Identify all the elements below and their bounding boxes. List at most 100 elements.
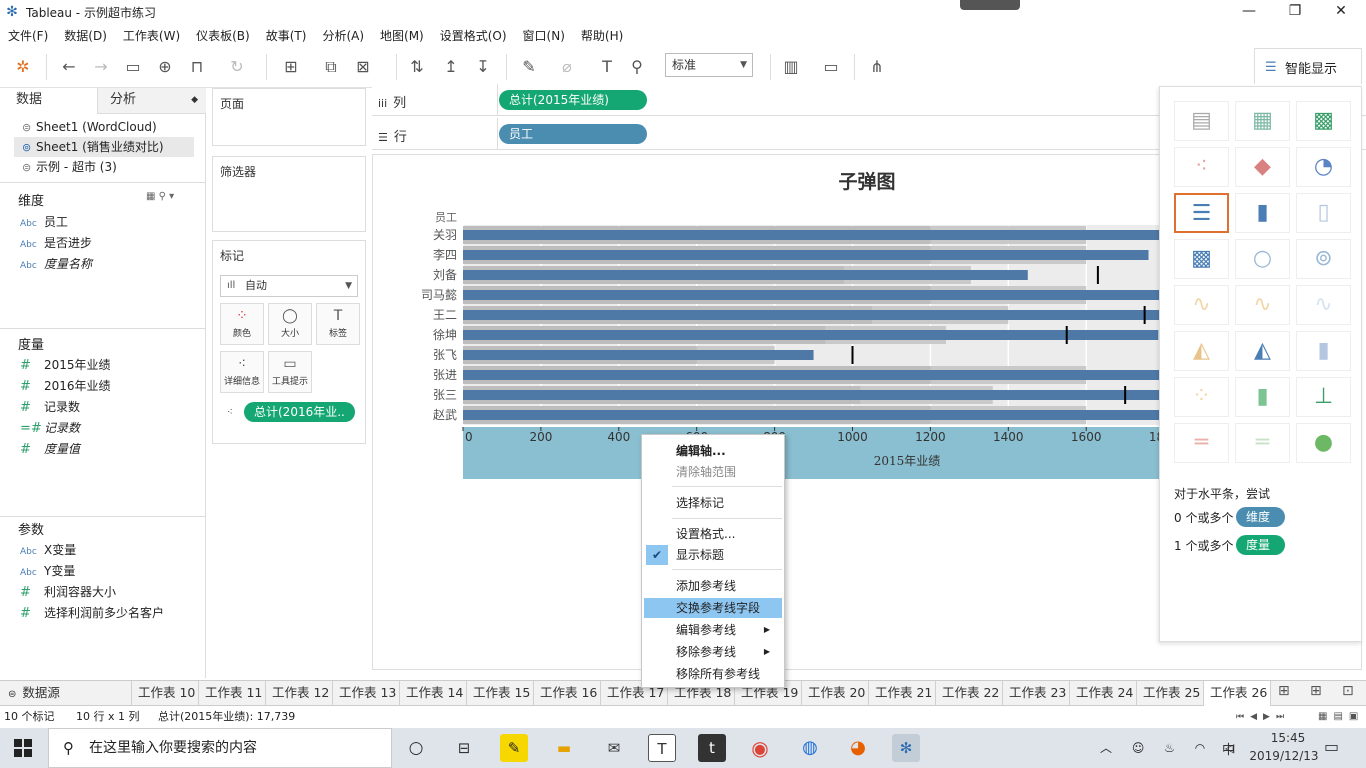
close-button[interactable]: ✕ xyxy=(1318,0,1364,24)
sheet-tab[interactable]: 工作表 12 xyxy=(266,681,333,706)
chart-type-box-and-whisker[interactable]: ⊥ xyxy=(1296,377,1351,417)
windows-start-icon[interactable] xyxy=(14,739,32,757)
color-button[interactable]: ⁘ 颜色 xyxy=(220,303,264,345)
chart-type-symbol-map[interactable]: ⁖ xyxy=(1174,147,1229,187)
pin-icon[interactable]: ⚲ xyxy=(626,56,648,78)
bar[interactable] xyxy=(463,370,1165,380)
mail-icon[interactable]: ✉ xyxy=(600,734,628,762)
smart-show-button[interactable]: ☰ 智能显示 xyxy=(1254,48,1362,86)
chart-type-gantt[interactable]: ═ xyxy=(1174,423,1229,463)
tray-icons[interactable]: ︿ ☺ ♨ ◠ ◁ xyxy=(1100,739,1242,756)
dimension-field[interactable]: Abc 员工 xyxy=(20,212,68,232)
bar[interactable] xyxy=(463,410,1165,420)
pause-updates-icon[interactable]: ⊓ xyxy=(186,56,208,78)
clock-date[interactable]: 2019/12/13 xyxy=(1244,749,1324,763)
bar[interactable] xyxy=(463,230,1165,240)
datasource-item[interactable]: ⊚ Sheet1 (销售业绩对比) xyxy=(14,137,194,157)
menu-item[interactable]: 故事(T) xyxy=(258,27,315,44)
firefox-icon[interactable]: ◕ xyxy=(844,734,872,762)
context-menu-item[interactable]: 设置格式... xyxy=(644,524,782,544)
sheet-tab[interactable]: 工作表 11 xyxy=(199,681,266,706)
cortana-icon[interactable]: ○ xyxy=(402,734,430,762)
tab-datasource[interactable]: ⊜ 数据源 xyxy=(0,681,132,706)
parameter-field[interactable]: # 利润容器大小 xyxy=(20,582,116,602)
dimension-tools[interactable]: ▦ ⚲ ▾ xyxy=(146,191,174,202)
sheet-tab[interactable]: 工作表 10 xyxy=(132,681,199,706)
clear-sheet-icon[interactable]: ⊠ xyxy=(352,56,374,78)
menu-item[interactable]: 帮助(H) xyxy=(573,27,631,44)
context-menu-item[interactable]: 清除轴范围 xyxy=(644,462,782,482)
tooltip-button[interactable]: ▭ 工具提示 xyxy=(268,351,312,393)
new-datasource-icon[interactable]: ⊕ xyxy=(154,56,176,78)
notification-icon[interactable]: ▭ xyxy=(1324,737,1339,756)
ime-indicator[interactable]: 中 xyxy=(1222,739,1235,758)
sort-asc-icon[interactable]: ↥ xyxy=(440,56,462,78)
chart-type-histogram[interactable]: ▮ xyxy=(1235,377,1290,417)
size-button[interactable]: ◯ 大小 xyxy=(268,303,312,345)
show-cards-icon[interactable]: ▥ xyxy=(780,56,802,78)
context-menu-item[interactable]: 添加参考线 xyxy=(644,576,782,596)
sheet-tab[interactable]: 工作表 26 xyxy=(1204,681,1271,706)
sheet-tab[interactable]: 工作表 16 xyxy=(534,681,601,706)
chart-type-horizontal-bars[interactable]: ☰ xyxy=(1174,193,1229,233)
sticky-notes-icon[interactable]: ✎ xyxy=(500,734,528,762)
context-menu-item[interactable]: 移除参考线 ▶ xyxy=(644,642,782,662)
chart-type-lines-discrete[interactable]: ∿ xyxy=(1235,285,1290,325)
parameter-field[interactable]: Abc Y变量 xyxy=(20,561,75,581)
columns-pill[interactable]: 总计(2015年业绩) xyxy=(499,90,647,110)
sheet-nav-controls[interactable]: ⏮◀▶⏭ xyxy=(1236,707,1290,727)
undo-icon[interactable]: ← xyxy=(58,56,80,78)
chart-type-filled-map[interactable]: ◆ xyxy=(1235,147,1290,187)
dimension-field[interactable]: Abc 是否进步 xyxy=(20,233,92,253)
bar[interactable] xyxy=(463,290,1165,300)
measure-field[interactable]: # 记录数 xyxy=(20,397,80,417)
tab-analysis[interactable]: 分析 ◆ xyxy=(98,88,206,114)
measure-field[interactable]: =# 记录数 xyxy=(20,418,80,438)
measure-field[interactable]: # 度量值 xyxy=(20,439,80,459)
context-menu-item[interactable]: 选择标记 xyxy=(644,493,782,513)
menu-item[interactable]: 文件(F) xyxy=(0,27,56,44)
bar[interactable] xyxy=(463,330,1159,340)
bar[interactable] xyxy=(463,310,1165,320)
sheet-tab[interactable]: 工作表 25 xyxy=(1137,681,1204,706)
sheet-tab[interactable]: 工作表 20 xyxy=(802,681,869,706)
sheet-tab[interactable]: 工作表 21 xyxy=(869,681,936,706)
new-story-icon[interactable]: ⊡ xyxy=(1342,683,1354,699)
context-menu-item[interactable]: 编辑轴... xyxy=(644,441,782,461)
new-sheet-icon[interactable]: ⊞ xyxy=(280,56,302,78)
redo-icon[interactable]: → xyxy=(90,56,112,78)
tab-data[interactable]: 数据 xyxy=(0,88,98,114)
chart-type-lines-continuous[interactable]: ∿ xyxy=(1174,285,1229,325)
minimize-button[interactable]: — xyxy=(1226,0,1272,24)
chart-type-side-by-side-circles[interactable]: ⊚ xyxy=(1296,239,1351,279)
sheet-tab[interactable]: 工作表 15 xyxy=(467,681,534,706)
sort-desc-icon[interactable]: ↧ xyxy=(472,56,494,78)
marks-detail-pill[interactable]: 总计(2016年业.. xyxy=(244,402,355,422)
highlight-icon[interactable]: ✎ xyxy=(518,56,540,78)
refresh-icon[interactable]: ↻ xyxy=(226,56,248,78)
label-button[interactable]: T 标签 xyxy=(316,303,360,345)
detail-button[interactable]: ⁖ 详细信息 xyxy=(220,351,264,393)
clock-time[interactable]: 15:45 xyxy=(1258,731,1318,745)
mark-type-select[interactable]: ıll 自动 ▼ xyxy=(220,275,358,297)
filters-card[interactable]: 筛选器 xyxy=(212,156,366,232)
tableau-home-icon[interactable]: ✲ xyxy=(12,56,34,78)
sheet-tab[interactable]: 工作表 23 xyxy=(1003,681,1070,706)
rows-pill[interactable]: 员工 xyxy=(499,124,647,144)
context-menu-item[interactable]: 交换参考线字段 xyxy=(644,598,782,618)
chart-type-side-by-side-bars[interactable]: ▯ xyxy=(1296,193,1351,233)
bar[interactable] xyxy=(463,350,814,360)
x-axis-band[interactable] xyxy=(463,427,1168,479)
swap-icon[interactable]: ⇅ xyxy=(406,56,428,78)
chart-type-highlight-table[interactable]: ▩ xyxy=(1296,101,1351,141)
presentation-icon[interactable]: ▭ xyxy=(820,56,842,78)
menu-item[interactable]: 设置格式(O) xyxy=(432,27,515,44)
chart-type-packed-bubbles[interactable]: ● xyxy=(1296,423,1351,463)
context-menu-item[interactable]: 移除所有参考线 xyxy=(644,664,782,684)
chart-type-treemap[interactable]: ▩ xyxy=(1174,239,1229,279)
menu-item[interactable]: 数据(D) xyxy=(56,27,115,44)
restore-button[interactable]: ❐ xyxy=(1272,0,1318,24)
chart-type-dual-combination[interactable]: ▮ xyxy=(1296,331,1351,371)
context-menu-item[interactable]: 编辑参考线 ▶ xyxy=(644,620,782,640)
chart-type-scatter-plot[interactable]: ⁘ xyxy=(1174,377,1229,417)
